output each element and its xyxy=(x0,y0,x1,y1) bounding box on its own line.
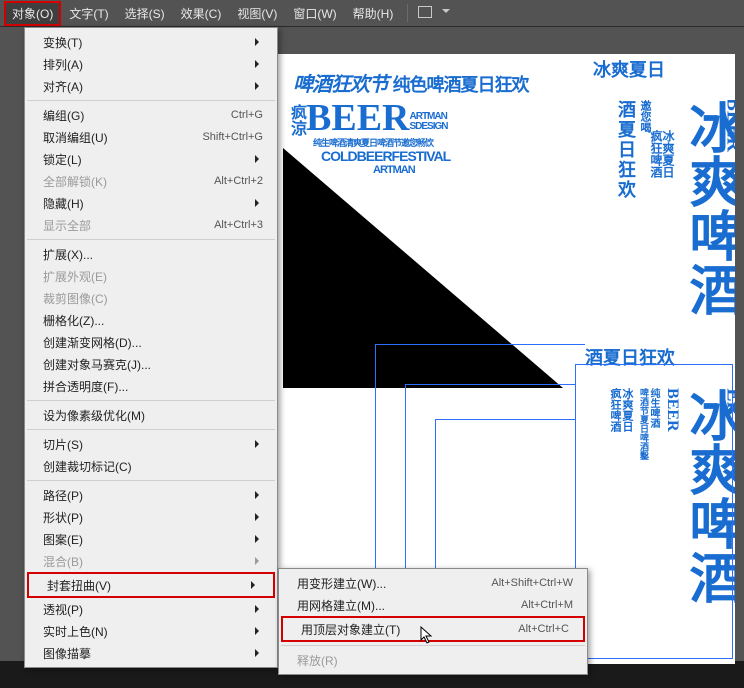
mi-object-mosaic[interactable]: 创建对象马赛克(J)... xyxy=(25,353,277,375)
mi-pixel-perfect[interactable]: 设为像素级优化(M) xyxy=(25,404,277,426)
mi-shape[interactable]: 形状(P) xyxy=(25,506,277,528)
submenu-arrow-icon xyxy=(255,199,263,207)
submenu-arrow-icon xyxy=(255,627,263,635)
vtext-crazy: CRAZYBEER xyxy=(722,100,735,152)
mi-show-all: 显示全部Alt+Ctrl+3 xyxy=(25,214,277,236)
mi-hide[interactable]: 隐藏(H) xyxy=(25,192,277,214)
menu-separator xyxy=(27,239,275,240)
mi-make-with-warp[interactable]: 用变形建立(W)...Alt+Shift+Ctrl+W xyxy=(279,572,587,594)
mi-envelope-distort[interactable]: 封套扭曲(V) xyxy=(29,574,273,596)
mi-crop-marks[interactable]: 创建裁切标记(C) xyxy=(25,455,277,477)
mi-ungroup[interactable]: 取消编组(U)Shift+Ctrl+G xyxy=(25,126,277,148)
menu-separator xyxy=(27,480,275,481)
vtext-title: 酒夏日狂欢 xyxy=(613,100,639,200)
submenu-arrow-icon xyxy=(255,605,263,613)
menu-window[interactable]: 窗口(W) xyxy=(285,1,344,26)
vtext-side2: 疯狂啤酒 xyxy=(648,130,665,178)
menu-object[interactable]: 对象(O) xyxy=(4,1,61,26)
mi-crop-image: 裁剪图像(C) xyxy=(25,287,277,309)
mi-pattern[interactable]: 图案(E) xyxy=(25,528,277,550)
mi-group[interactable]: 编组(G)Ctrl+G xyxy=(25,104,277,126)
highlight-envelope: 封套扭曲(V) xyxy=(27,572,275,598)
submenu-arrow-icon xyxy=(251,581,259,589)
mi-rasterize[interactable]: 栅格化(Z)... xyxy=(25,309,277,331)
envelope-submenu: 用变形建立(W)...Alt+Shift+Ctrl+W 用网格建立(M)...A… xyxy=(278,568,588,675)
mi-expand[interactable]: 扩展(X)... xyxy=(25,243,277,265)
menu-select[interactable]: 选择(S) xyxy=(117,1,173,26)
menu-effect[interactable]: 效果(C) xyxy=(173,1,230,26)
menu-separator xyxy=(27,429,275,430)
selection-box xyxy=(575,364,733,659)
mi-transform[interactable]: 变换(T) xyxy=(25,31,277,53)
poster-art: 啤酒狂欢节 纯色啤酒夏日狂欢 疯涼BEERARTMANSDESIGN 纯生啤酒清… xyxy=(283,68,583,388)
poster-top-strip: 冰爽夏日 xyxy=(593,56,665,82)
mi-gradient-mesh[interactable]: 创建渐变网格(D)... xyxy=(25,331,277,353)
submenu-arrow-icon xyxy=(255,491,263,499)
mi-align[interactable]: 对齐(A) xyxy=(25,75,277,97)
mi-release: 释放(R) xyxy=(279,649,587,671)
menu-text[interactable]: 文字(T) xyxy=(61,1,116,26)
submenu-arrow-icon xyxy=(255,38,263,46)
mi-arrange[interactable]: 排列(A) xyxy=(25,53,277,75)
menubar-separator xyxy=(407,4,408,22)
arrange-documents-icon[interactable] xyxy=(418,6,438,20)
submenu-arrow-icon xyxy=(255,82,263,90)
mi-live-paint[interactable]: 实时上色(N) xyxy=(25,620,277,642)
submenu-arrow-icon xyxy=(255,535,263,543)
menu-help[interactable]: 帮助(H) xyxy=(345,1,402,26)
menu-separator xyxy=(281,645,585,646)
menu-separator xyxy=(27,100,275,101)
submenu-arrow-icon xyxy=(255,513,263,521)
mi-expand-appearance: 扩展外观(E) xyxy=(25,265,277,287)
poster-line1: 啤酒狂欢节 纯色啤酒夏日狂欢 xyxy=(293,68,529,97)
mi-unlock-all: 全部解锁(K)Alt+Ctrl+2 xyxy=(25,170,277,192)
mi-path[interactable]: 路径(P) xyxy=(25,484,277,506)
mi-blend: 混合(B) xyxy=(25,550,277,572)
mi-perspective[interactable]: 透视(P) xyxy=(25,598,277,620)
arrange-dropdown-icon[interactable] xyxy=(442,9,450,17)
submenu-arrow-icon xyxy=(255,60,263,68)
mi-flatten[interactable]: 拼合透明度(F)... xyxy=(25,375,277,397)
mouse-cursor-icon xyxy=(420,626,434,644)
submenu-arrow-icon xyxy=(255,649,263,657)
mi-slice[interactable]: 切片(S) xyxy=(25,433,277,455)
mi-make-with-mesh[interactable]: 用网格建立(M)...Alt+Ctrl+M xyxy=(279,594,587,616)
vtext-side3: 邀您喝 xyxy=(637,100,653,133)
mi-lock[interactable]: 锁定(L) xyxy=(25,148,277,170)
menu-separator xyxy=(27,400,275,401)
submenu-arrow-icon xyxy=(255,155,263,163)
object-menu-dropdown: 变换(T) 排列(A) 对齐(A) 编组(G)Ctrl+G 取消编组(U)Shi… xyxy=(24,27,278,668)
menu-view[interactable]: 视图(V) xyxy=(229,1,285,26)
submenu-arrow-icon xyxy=(255,557,263,565)
submenu-arrow-icon xyxy=(255,440,263,448)
poster-line2: 疯涼BEERARTMANSDESIGN xyxy=(291,96,448,140)
